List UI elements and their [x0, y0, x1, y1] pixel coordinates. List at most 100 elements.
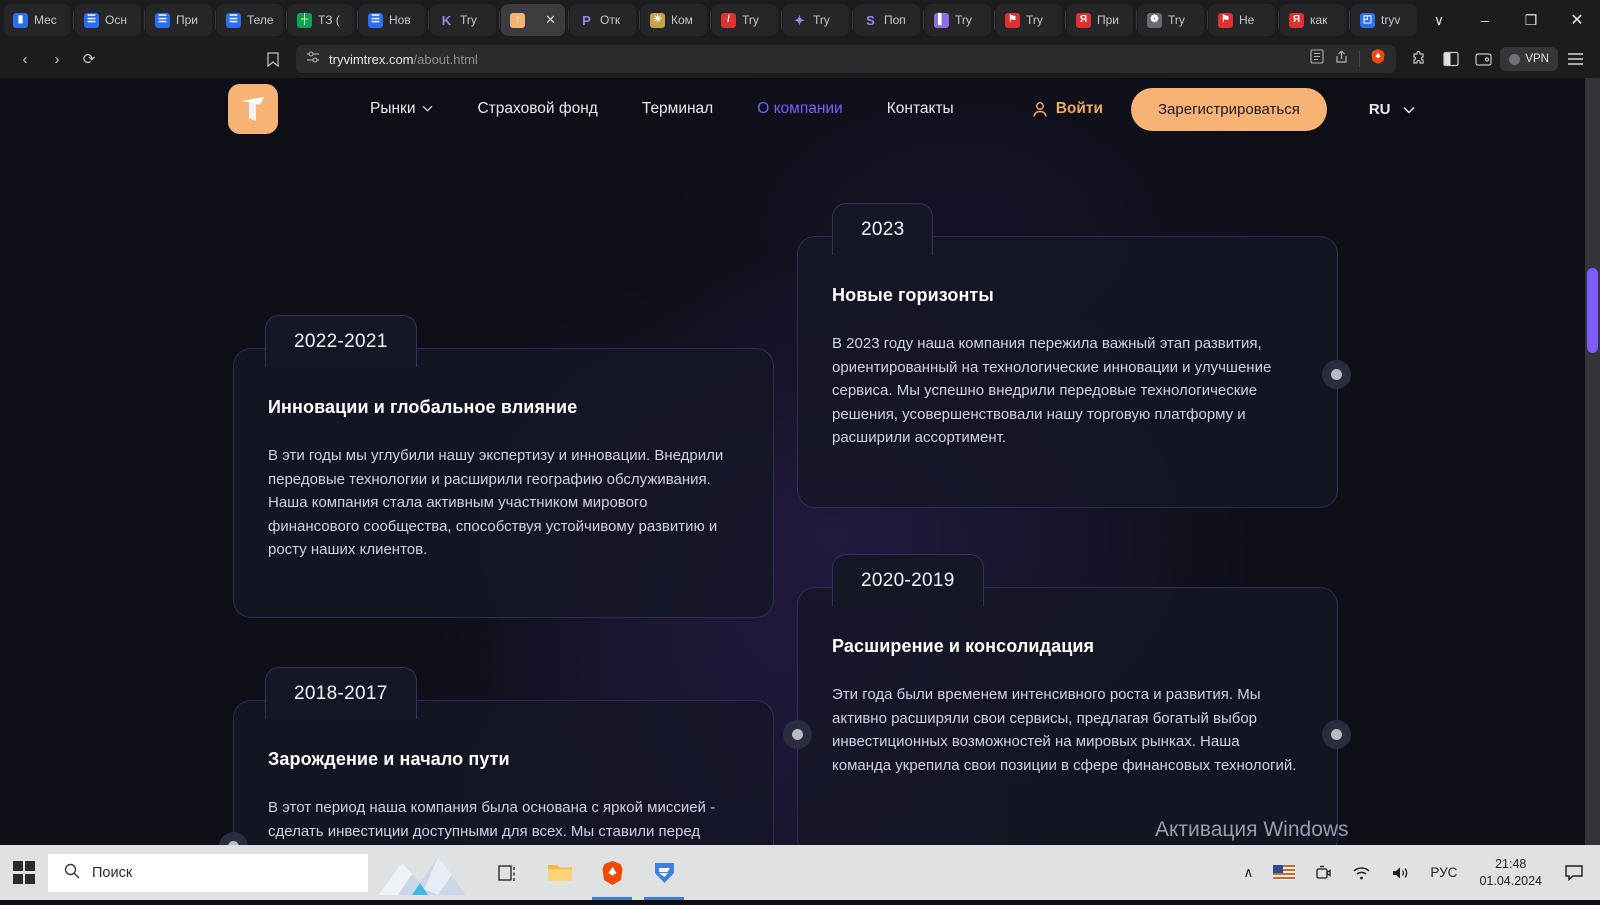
- extensions-puzzle-icon[interactable]: [1404, 45, 1434, 73]
- start-button[interactable]: [0, 845, 48, 900]
- scrollbar-thumb[interactable]: [1587, 268, 1598, 353]
- s-letter-icon: S: [863, 13, 878, 28]
- timeline-card-2020-2019: 2020-2019 Расширение и консолидация Эти …: [797, 587, 1338, 845]
- yandex-icon: Я: [1076, 13, 1091, 28]
- brave-browser-icon[interactable]: [586, 845, 638, 900]
- tab-separator: [144, 11, 145, 29]
- browser-tab[interactable]: ▮Мес: [4, 4, 70, 36]
- language-label: RU: [1369, 101, 1391, 118]
- tab-separator: [357, 11, 358, 29]
- close-window-button[interactable]: ✕: [1554, 0, 1600, 40]
- reload-icon[interactable]: ⟳: [74, 45, 104, 73]
- star-icon: ✦: [792, 13, 807, 28]
- browser-tab[interactable]: ◰tryv: [1351, 4, 1417, 36]
- hamburger-menu-icon[interactable]: [1560, 45, 1590, 73]
- chevron-down-icon: [422, 104, 433, 114]
- tab-separator: [568, 11, 569, 29]
- taskbar-search[interactable]: Поиск: [48, 854, 368, 892]
- browser-tab[interactable]: ⚑Не: [1209, 4, 1275, 36]
- timeline-text-2022-2021: В эти годы мы углубили нашу экспертизу и…: [268, 444, 738, 562]
- lamp-icon: ☀: [650, 13, 665, 28]
- vpn-label: VPN: [1525, 53, 1549, 65]
- timeline-dot-2023: [1322, 360, 1351, 389]
- tab-label: Try: [955, 13, 972, 27]
- browser-tab[interactable]: ↑✕: [501, 4, 565, 36]
- vpn-button[interactable]: VPN: [1500, 47, 1558, 71]
- browser-tab[interactable]: ❁Try: [1138, 4, 1204, 36]
- browser-tab[interactable]: ☰Теле: [217, 4, 283, 36]
- url-text[interactable]: tryvimtrex.com/about.html: [329, 52, 478, 67]
- nav-item-рынки[interactable]: Рынки: [348, 100, 455, 118]
- timeline-text-2023: В 2023 году наша компания пережила важны…: [832, 332, 1302, 450]
- volume-icon[interactable]: [1381, 845, 1420, 900]
- login-button[interactable]: Войти: [1032, 100, 1103, 118]
- browser-tab[interactable]: ☰Нов: [359, 4, 425, 36]
- tab-separator: [499, 11, 500, 29]
- timeline-card-2022-2021: 2022-2021 Инновации и глобальное влияние…: [233, 348, 774, 618]
- tab-separator: [215, 11, 216, 29]
- browser-tab[interactable]: ЯПри: [1067, 4, 1133, 36]
- tab-label: Try: [1026, 13, 1043, 27]
- register-button[interactable]: Зарегистрироваться: [1131, 88, 1327, 131]
- nav-item-терминал[interactable]: Терминал: [620, 100, 735, 118]
- bookmark-icon[interactable]: [258, 45, 288, 73]
- language-indicator[interactable]: РУС: [1420, 845, 1467, 900]
- site-nav: РынкиСтраховой фондТерминалО компанииКон…: [348, 100, 976, 118]
- wallet-icon[interactable]: [1468, 45, 1498, 73]
- share-icon[interactable]: [1334, 49, 1349, 69]
- address-bar[interactable]: tryvimtrex.com/about.html: [296, 45, 1396, 73]
- nav-item-о-компании[interactable]: О компании: [735, 100, 865, 118]
- browser-tab[interactable]: ┼ТЗ (: [288, 4, 354, 36]
- browser-tab[interactable]: S Поп: [854, 4, 920, 36]
- browser-tab[interactable]: Якак: [1280, 4, 1346, 36]
- tab-close-icon[interactable]: ✕: [545, 12, 556, 28]
- chat-bubble-icon: ▮: [13, 13, 28, 28]
- browser-tab[interactable]: PОтк: [570, 4, 636, 36]
- browser-tab[interactable]: KTry: [430, 4, 496, 36]
- sliders-icon[interactable]: [306, 50, 320, 69]
- language-selector[interactable]: RU: [1369, 101, 1415, 118]
- taskbar-clock[interactable]: 21:48 01.04.2024: [1467, 845, 1554, 900]
- back-icon[interactable]: ‹: [10, 45, 40, 73]
- purple-capsule-icon: ▌: [934, 13, 949, 28]
- camera-icon[interactable]: [1305, 845, 1342, 900]
- tab-strip: ▮Мес☰Осн☰При☰Теле┼ТЗ (☰НовKTry↑✕PОтк☀Ком…: [0, 0, 1600, 40]
- browser-tab[interactable]: ⚑Try: [996, 4, 1062, 36]
- browser-tab[interactable]: ☀Ком: [641, 4, 707, 36]
- tab-separator: [710, 11, 711, 29]
- browser-tab[interactable]: ▌ Try: [925, 4, 991, 36]
- document-icon: ☰: [226, 13, 241, 28]
- tab-label: Нов: [389, 13, 411, 27]
- maximize-button[interactable]: ❐: [1508, 0, 1554, 40]
- vimtrex-app-icon[interactable]: [638, 845, 690, 900]
- site-logo[interactable]: [228, 84, 278, 134]
- minimize-button[interactable]: –: [1462, 0, 1508, 40]
- reader-mode-icon[interactable]: [1310, 49, 1324, 69]
- forward-icon[interactable]: ›: [42, 45, 72, 73]
- web-page-viewport: РынкиСтраховой фондТерминалО компанииКон…: [0, 78, 1600, 845]
- nav-item-страховой-фонд[interactable]: Страховой фонд: [455, 100, 619, 118]
- browser-window: ▮Мес☰Осн☰При☰Теле┼ТЗ (☰НовKTry↑✕PОтк☀Ком…: [0, 0, 1600, 845]
- brave-lion-icon[interactable]: [1370, 48, 1386, 70]
- tray-chevron-icon[interactable]: ∧: [1234, 845, 1264, 900]
- page-scrollbar[interactable]: [1585, 78, 1600, 845]
- notification-icon[interactable]: [1554, 845, 1594, 900]
- tab-search-button[interactable]: ∨: [1416, 0, 1462, 40]
- tab-separator: [1065, 11, 1066, 29]
- wifi-icon[interactable]: [1342, 845, 1381, 900]
- system-tray: ∧ РУС 21:48 01.04.2024: [1234, 845, 1600, 900]
- nav-item-контакты[interactable]: Контакты: [865, 100, 976, 118]
- tab-separator: [1136, 11, 1137, 29]
- task-view-icon[interactable]: [482, 845, 534, 900]
- sidebar-panel-icon[interactable]: [1436, 45, 1466, 73]
- browser-tab[interactable]: ☰При: [146, 4, 212, 36]
- us-flag-icon[interactable]: [1263, 845, 1305, 900]
- browser-tab[interactable]: ☰Осн: [75, 4, 141, 36]
- file-explorer-icon[interactable]: [534, 845, 586, 900]
- tab-label: Try: [813, 13, 830, 27]
- tab-label: Поп: [884, 13, 906, 27]
- browser-tab[interactable]: /Try: [712, 4, 778, 36]
- red-badge-icon: ⚑: [1218, 13, 1233, 28]
- browser-tab[interactable]: ✦ Try: [783, 4, 849, 36]
- timeline-dot-2020-2019-right: [1322, 720, 1351, 749]
